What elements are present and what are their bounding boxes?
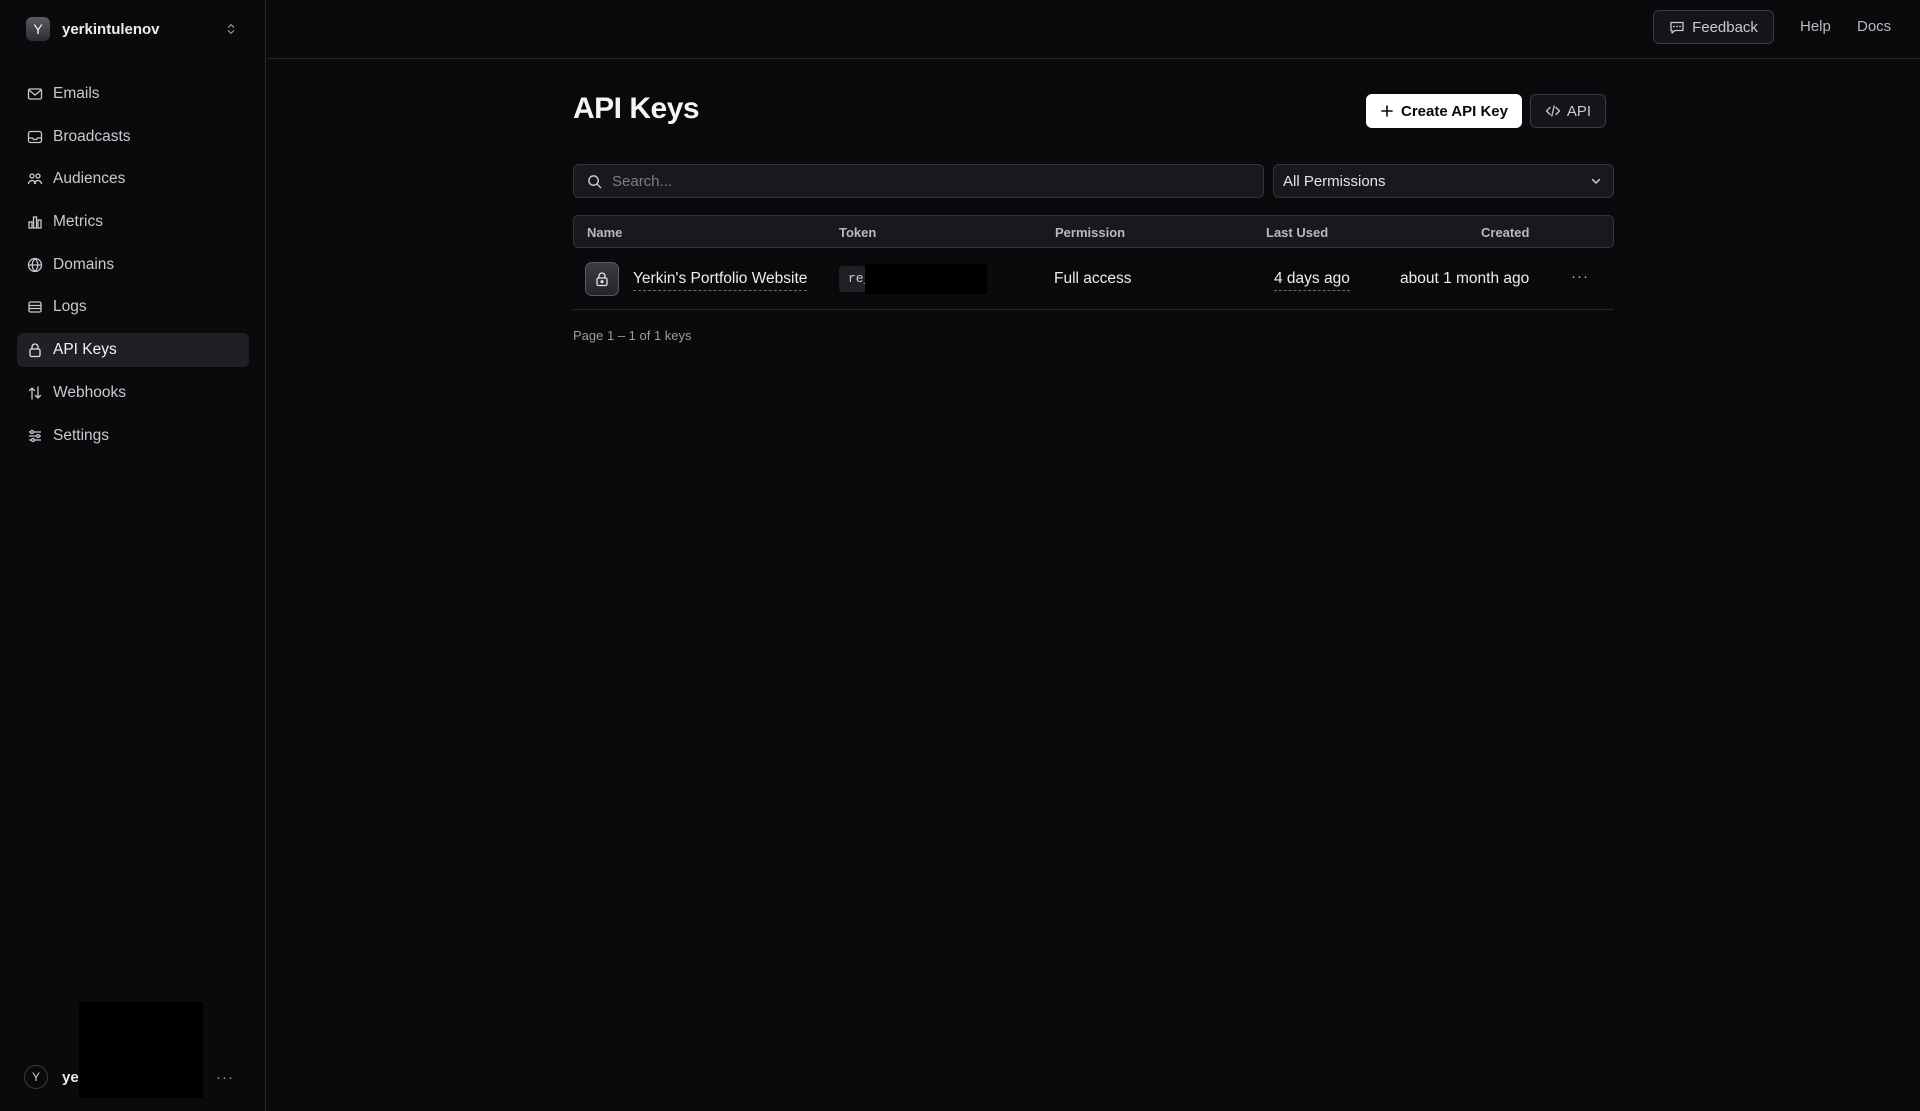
sidebar-item-webhooks[interactable]: Webhooks [17,376,249,410]
lock-icon [29,343,41,358]
column-header-last-used[interactable]: Last Used [1266,225,1328,240]
create-api-key-label: Create API Key [1401,102,1508,120]
sidebar-nav: Emails Broadcasts Audiences Metrics Doma… [17,77,249,461]
sidebar-item-label: Logs [53,298,87,316]
page-title: API Keys [573,92,700,125]
column-header-token[interactable]: Token [839,225,876,240]
sidebar-item-label: Domains [53,255,115,273]
row-actions-icon[interactable]: ··· [1571,268,1589,285]
inbox-icon [27,130,43,143]
sidebar-item-label: Emails [53,85,100,102]
avatar: Y [24,1065,48,1089]
created-value: about 1 month ago [1400,270,1530,287]
column-header-created[interactable]: Created [1481,225,1529,240]
api-docs-button[interactable]: API [1530,94,1606,128]
api-label: API [1566,102,1592,120]
column-header-name[interactable]: Name [587,225,622,240]
feedback-label: Feedback [1692,18,1758,36]
plus-icon [1381,105,1393,117]
search-field[interactable] [573,164,1264,198]
sidebar-item-broadcasts[interactable]: Broadcasts [17,120,249,154]
users-icon [27,173,43,185]
team-switcher[interactable]: Y yerkintulenov [26,16,242,42]
sidebar-item-metrics[interactable]: Metrics [17,205,249,239]
permission-value: Full access [1054,270,1132,287]
sidebar-item-label: Metrics [53,213,103,231]
globe-icon [27,257,43,272]
sidebar-item-emails[interactable]: Emails [17,77,249,111]
sidebar-item-settings[interactable]: Settings [17,419,249,453]
code-icon [1545,105,1561,117]
sidebar-item-label: Webhooks [53,383,126,401]
sidebar-item-label: API Keys [53,341,117,359]
permission-filter-select[interactable]: All Permissions [1273,164,1614,198]
chevron-down-icon [1591,178,1601,184]
sidebar-item-api-keys[interactable]: API Keys [17,333,249,368]
chevron-up-down-icon [227,24,235,34]
sidebar-item-label: Broadcasts [53,127,131,145]
redaction-block [865,264,987,294]
team-avatar: Y [26,17,50,41]
feedback-button[interactable]: Feedback [1653,10,1774,44]
create-api-key-button[interactable]: Create API Key [1366,94,1522,128]
search-input[interactable] [612,172,1232,190]
sidebar: Y yerkintulenov Emails Broadcasts Audien… [0,0,266,1111]
sidebar-item-logs[interactable]: Logs [17,290,249,324]
more-options-icon[interactable]: ··· [216,1069,234,1086]
team-name: yerkintulenov [62,20,160,38]
token-prefix: re_ [839,266,871,292]
sidebar-item-label: Settings [53,426,110,444]
bar-chart-icon [28,216,42,229]
arrows-icon [28,386,42,400]
permission-filter-value: All Permissions [1283,172,1386,190]
pagination-info: Page 1 – 1 of 1 keys [573,328,692,343]
table-header: Name Token Permission Last Used Created [573,215,1614,248]
sliders-icon [29,429,41,442]
docs-link[interactable]: Docs [1857,18,1891,35]
help-link[interactable]: Help [1800,18,1831,35]
sidebar-item-audiences[interactable]: Audiences [17,162,249,196]
lock-icon [596,272,608,287]
chat-icon [1670,21,1684,34]
last-used-value: 4 days ago [1274,270,1350,291]
sidebar-item-label: Audiences [53,170,126,188]
search-icon [588,174,602,188]
table-row[interactable]: Yerkin's Portfolio Website re_ Full acce… [573,256,1614,310]
sidebar-item-domains[interactable]: Domains [17,248,249,282]
redaction-block [79,1002,203,1098]
mail-icon [27,88,43,100]
column-header-permission[interactable]: Permission [1055,225,1125,240]
api-key-name-link[interactable]: Yerkin's Portfolio Website [633,270,808,291]
logs-icon [28,301,42,314]
key-icon-badge [585,262,619,296]
